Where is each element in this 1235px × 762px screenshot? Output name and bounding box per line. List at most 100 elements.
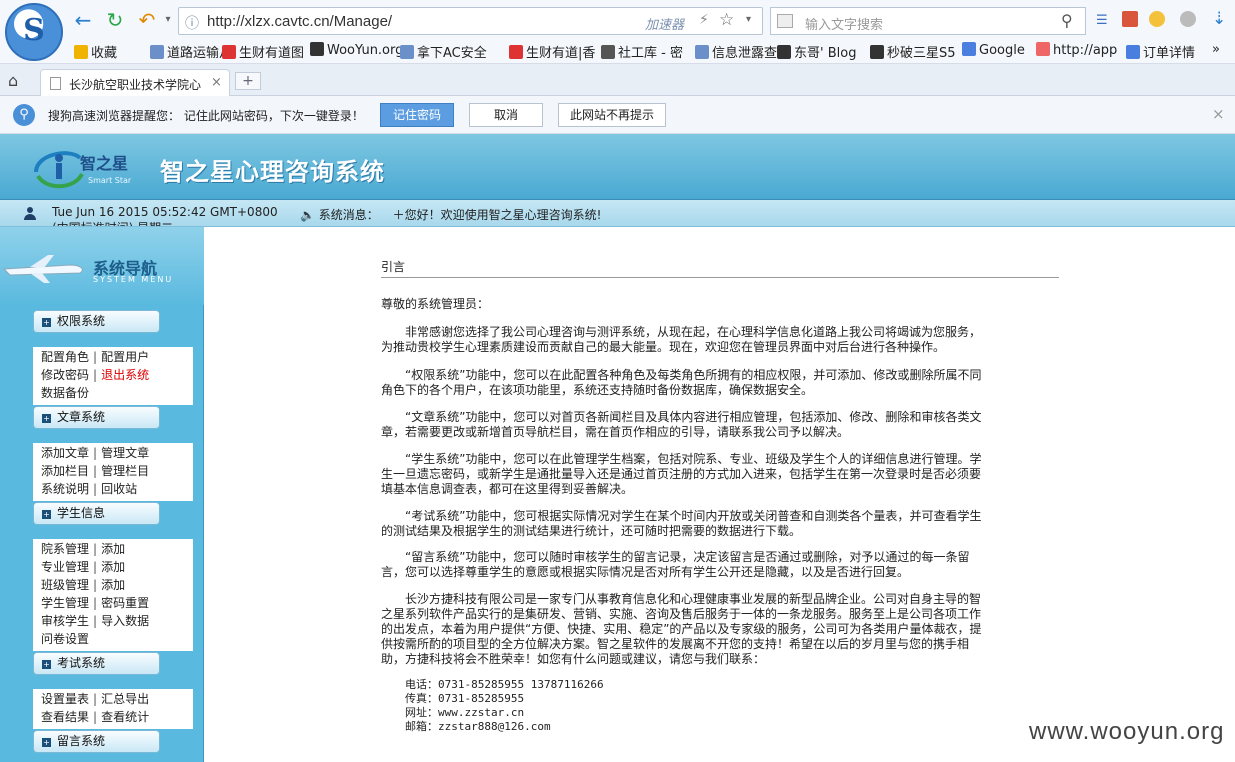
bookmark-item[interactable]: 秒破三星S5 [870,42,956,61]
bookmark-item[interactable]: 道路运输从 [150,42,232,61]
back-arrow-icon[interactable]: ← [70,8,96,34]
sidebar-section-button[interactable]: + 学生信息 [33,502,160,525]
sidebar-link[interactable]: 添加文章 [41,446,89,460]
bookmark-label[interactable]: http://app [1053,43,1117,58]
bookmark-label[interactable]: 收藏 [91,46,117,61]
bookmarks-more-icon[interactable]: » [1212,42,1220,57]
search-input[interactable]: 输入文字搜索 [805,14,883,33]
sidebar-link[interactable]: 密码重置 [101,596,149,610]
bookmark-item[interactable]: 东哥' Blog [777,42,856,61]
sidebar-link[interactable]: 汇总导出 [101,692,149,706]
refresh-icon[interactable]: ↻ [102,8,128,34]
sidebar-section-label[interactable]: 考试系统 [57,656,105,670]
bookmark-item[interactable]: WooYun.org [310,42,403,58]
sidebar-section-button[interactable]: + 文章系统 [33,406,160,429]
toolbox-icon[interactable] [1122,11,1138,27]
address-dropdown-icon[interactable]: ▾ [746,14,751,25]
sidebar-link[interactable]: 设置量表 [41,692,89,706]
search-box[interactable]: 输入文字搜索 ⚲ [770,7,1086,35]
sidebar-link-row: 添加栏目 | 管理栏目 [41,462,193,480]
sidebar-link[interactable]: 查看结果 [41,710,89,724]
sogou-logo-icon[interactable]: S [5,3,63,61]
star-icon[interactable]: ☆ [719,10,734,30]
password-notice-bar: ⚲ 搜狗高速浏览器提醒您： 记住此网站密码，下次一键登录！ 记住密码 取消 此网… [0,96,1235,134]
bookmark-label[interactable]: 拿下AC安全 [417,46,487,61]
sidebar-link-group: 添加文章 | 管理文章 添加栏目 | 管理栏目 系统说明 | 回收站 [33,443,193,501]
tab-title[interactable]: 长沙航空职业技术学院心 [69,76,209,93]
bookmark-label[interactable]: Google [979,43,1025,58]
bookmark-item[interactable]: 收藏 [74,42,117,61]
sidebar-section-label[interactable]: 权限系统 [57,314,105,328]
sidebar-section-button[interactable]: + 考试系统 [33,652,160,675]
cancel-button[interactable]: 取消 [469,103,543,127]
sidebar-link[interactable]: 查看统计 [101,710,149,724]
sidebar-link[interactable]: 管理文章 [101,446,149,460]
sidebar-link[interactable]: 专业管理 [41,560,89,574]
accelerator-label[interactable]: 加速器 [645,14,684,33]
search-icon[interactable]: ⚲ [1061,11,1073,30]
bookmark-label[interactable]: 秒破三星S5 [887,46,956,61]
never-prompt-button[interactable]: 此网站不再提示 [558,103,666,127]
bookmark-label[interactable]: 生财有道图 [239,46,304,61]
sidebar-link[interactable]: 添加 [101,560,125,574]
notice-close-icon[interactable]: × [1212,105,1225,123]
bookmark-label[interactable]: 订单详情 [1143,46,1195,61]
lightning-icon[interactable]: ⚡ [699,12,709,28]
sidebar-link[interactable]: 添加 [101,578,125,592]
bookmark-item[interactable]: 拿下AC安全 [400,42,487,61]
paragraph-student: “学生系统”功能中，您可以在此管理学生档案，包括对院系、专业、班级及学生个人的详… [381,452,982,496]
sidebar-link[interactable]: 数据备份 [41,386,89,400]
remember-password-button[interactable]: 记住密码 [380,103,454,127]
address-url[interactable]: http://xlzx.cavtc.cn/Manage/ [207,13,392,30]
bookmark-label[interactable]: 东哥' Blog [794,46,856,61]
bookmark-item[interactable]: 生财有道图 [222,42,304,61]
page-info-icon[interactable]: ⓘ [185,13,199,33]
page-icon [50,77,61,90]
search-engine-icon[interactable] [777,14,793,28]
contact-email[interactable]: 邮箱：zzstar888@126.com [405,719,551,734]
sidebar-section-button[interactable]: + 留言系统 [33,730,160,753]
status-bar: Tue Jun 16 2015 05:52:42 GMT+0800 (中国标准时… [0,200,1235,227]
bookmark-label[interactable]: 生财有道|香 [526,46,595,61]
bookmark-item[interactable]: Google [962,42,1025,58]
sidebar-section-label[interactable]: 文章系统 [57,410,105,424]
sidebar-link[interactable]: 系统说明 [41,482,89,496]
sidebar-section-button[interactable]: + 权限系统 [33,310,160,333]
translate-icon[interactable]: ☰ [1096,13,1108,28]
tab-close-icon[interactable]: × [211,75,222,90]
new-tab-button[interactable]: + [235,72,261,90]
bookmark-label[interactable]: 社工库 - 密 [618,46,683,61]
address-bar[interactable]: ⓘ http://xlzx.cavtc.cn/Manage/ 加速器 ⚡ ☆ ▾ [178,7,763,35]
bookmark-item[interactable]: http://app [1036,42,1117,58]
sidebar-link[interactable]: 配置角色 [41,350,89,364]
sidebar-link[interactable]: 班级管理 [41,578,89,592]
bookmark-item[interactable]: 订单详情 [1126,42,1195,61]
sidebar-link[interactable]: 问卷设置 [41,632,89,646]
link-separator: | [93,350,98,364]
contact-website[interactable]: 网址：www.zzstar.cn [405,705,524,720]
tab-active[interactable]: 长沙航空职业技术学院心 × [40,69,230,96]
sidebar-link[interactable]: 修改密码 [41,368,89,382]
app-logo-subtext: Smart Star [88,176,132,185]
sidebar-link[interactable]: 管理栏目 [101,464,149,478]
sidebar-link[interactable]: 配置用户 [101,350,149,364]
sidebar-link[interactable]: 回收站 [101,482,137,496]
sidebar-link[interactable]: 添加栏目 [41,464,89,478]
sidebar-link[interactable]: 退出系统 [101,368,149,382]
more-menu-icon[interactable] [1180,11,1196,27]
bookmark-item[interactable]: 生财有道|香 [509,42,595,61]
bookmark-item[interactable]: 社工库 - 密 [601,42,683,61]
sidebar-section-label[interactable]: 学生信息 [57,506,105,520]
home-icon[interactable]: ⌂ [8,71,18,90]
sidebar-link[interactable]: 添加 [101,542,125,556]
download-icon[interactable]: ⇣ [1212,9,1226,29]
sidebar-link[interactable]: 学生管理 [41,596,89,610]
sidebar-link[interactable]: 院系管理 [41,542,89,556]
bookmark-item[interactable]: 信息泄露查 [695,42,777,61]
sidebar-section-label[interactable]: 留言系统 [57,734,105,748]
bookmark-label[interactable]: WooYun.org [327,43,403,58]
sidebar-link[interactable]: 导入数据 [101,614,149,628]
sidebar-link[interactable]: 审核学生 [41,614,89,628]
extension-icon[interactable] [1149,11,1165,27]
bookmark-label[interactable]: 信息泄露查 [712,46,777,61]
